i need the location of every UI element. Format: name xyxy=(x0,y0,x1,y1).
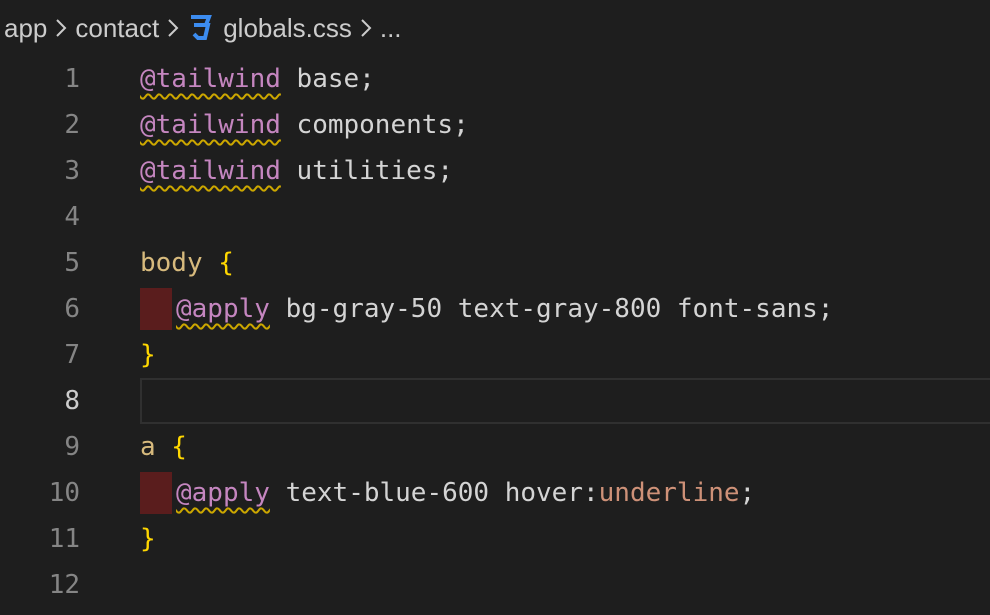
breadcrumb-item-file[interactable]: globals.css xyxy=(223,13,352,44)
brace: } xyxy=(140,340,156,370)
indent-error-marker xyxy=(140,288,172,330)
at-rule-keyword: @apply xyxy=(176,478,270,508)
line-number: 7 xyxy=(64,340,80,370)
code-line[interactable]: 10 @apply text-blue-600 hover: underline; xyxy=(0,470,990,516)
brace: { xyxy=(155,432,187,462)
line-number: 9 xyxy=(64,432,80,462)
brace: { xyxy=(202,248,234,278)
brace: } xyxy=(140,524,156,554)
code-text: utilities; xyxy=(280,156,454,186)
css-selector: a xyxy=(140,432,156,462)
indent-error-marker xyxy=(140,472,172,514)
code-line[interactable]: 9 a { xyxy=(0,424,990,470)
line-number: 11 xyxy=(48,524,80,554)
at-rule-keyword: @apply xyxy=(176,294,270,324)
code-text: base; xyxy=(280,64,375,94)
breadcrumb-item-symbols[interactable]: ... xyxy=(380,13,402,44)
code-line[interactable]: 6 @apply bg-gray-50 text-gray-800 font-s… xyxy=(0,286,990,332)
code-line[interactable]: 3 @tailwind utilities; xyxy=(0,148,990,194)
code-line[interactable]: 1 @tailwind base; xyxy=(0,56,990,102)
breadcrumb-item-contact[interactable]: contact xyxy=(75,13,159,44)
code-text: ; xyxy=(739,478,756,508)
chevron-right-icon xyxy=(360,18,372,38)
line-number: 10 xyxy=(48,478,80,508)
line-number: 5 xyxy=(64,248,80,278)
code-text: text-blue-600 hover: xyxy=(269,478,599,508)
line-number: 3 xyxy=(64,156,80,186)
code-text: components; xyxy=(280,110,469,140)
code-line[interactable]: 11 } xyxy=(0,516,990,562)
code-line[interactable]: 7 } xyxy=(0,332,990,378)
chevron-right-icon xyxy=(167,18,179,38)
at-rule-keyword: @tailwind xyxy=(140,110,281,140)
code-line[interactable]: 2 @tailwind components; xyxy=(0,102,990,148)
line-number: 8 xyxy=(64,386,80,416)
current-line-highlight xyxy=(140,378,990,424)
code-line[interactable]: 4 xyxy=(0,194,990,240)
breadcrumb: app contact globals.css ... xyxy=(0,0,990,56)
code-area[interactable]: 1 @tailwind base; 2 @tailwind components… xyxy=(0,56,990,608)
line-number: 4 xyxy=(64,202,80,232)
line-number: 1 xyxy=(64,64,80,94)
css3-icon xyxy=(187,13,213,43)
code-line[interactable]: 5 body { xyxy=(0,240,990,286)
line-number: 6 xyxy=(64,294,80,324)
line-number: 12 xyxy=(48,570,80,600)
css-value: underline xyxy=(598,478,740,508)
chevron-right-icon xyxy=(55,18,67,38)
css-selector: body xyxy=(140,248,203,278)
code-text: bg-gray-50 text-gray-800 font-sans; xyxy=(269,294,834,324)
line-number: 2 xyxy=(64,110,80,140)
code-line-active[interactable]: 8 xyxy=(0,378,990,424)
code-line[interactable]: 12 xyxy=(0,562,990,608)
breadcrumb-item-app[interactable]: app xyxy=(4,13,47,44)
at-rule-keyword: @tailwind xyxy=(140,64,281,94)
at-rule-keyword: @tailwind xyxy=(140,156,281,186)
code-editor[interactable]: app contact globals.css ... 1 @tailwind … xyxy=(0,0,990,615)
